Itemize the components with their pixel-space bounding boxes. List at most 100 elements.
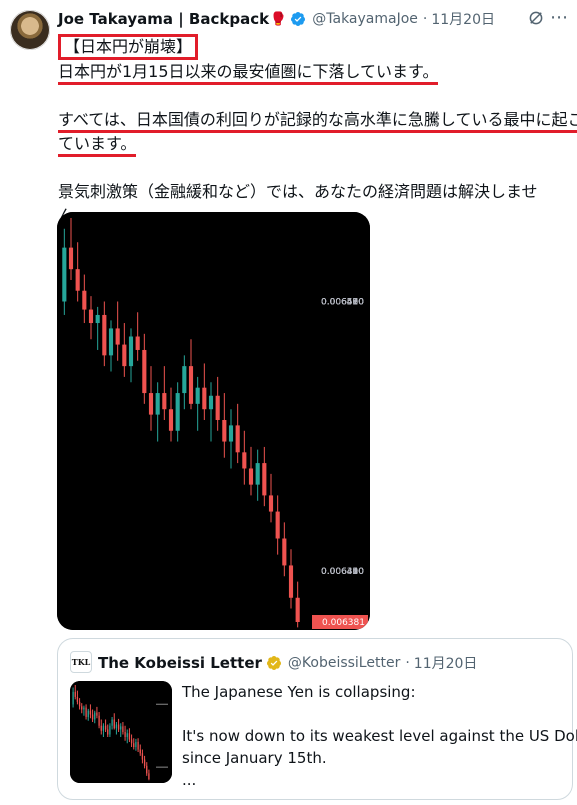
candle-body	[81, 706, 83, 710]
candle-body	[142, 349, 147, 394]
boxed-headline: 【日本円が崩壊】	[58, 34, 199, 60]
candle-body	[255, 463, 260, 485]
separator-dot: ·	[405, 655, 410, 671]
candle-body	[94, 712, 96, 720]
candle-body	[104, 725, 107, 730]
candle-body	[235, 425, 240, 453]
candle-body	[75, 269, 80, 291]
candle-body	[85, 707, 87, 717]
underlined-text-line-1: すべては、日本国債の利回りが記録的な高水準に急騰している最中に起こっ	[58, 110, 577, 133]
candle-body	[126, 733, 128, 738]
quoted-chart-thumbnail[interactable]	[70, 681, 172, 783]
candle-body	[107, 729, 109, 735]
candle-body	[87, 710, 89, 717]
candlestick-chart: 0.0065300.0065200.0065100.0065000.006490…	[57, 212, 370, 630]
candle-body	[100, 725, 102, 731]
candle-body	[95, 314, 100, 324]
quoted-header: The Kobeissi Letter @KobeissiLetter · 11…	[98, 653, 477, 673]
candle-body	[72, 691, 74, 705]
candle-body	[139, 749, 141, 754]
candle-body	[141, 753, 144, 760]
candle-body	[282, 538, 287, 566]
candle-body	[76, 696, 79, 702]
candle-body	[78, 701, 81, 707]
underlined-text-line-2: ています。	[58, 134, 137, 157]
quoted-avatar[interactable]: TKL	[70, 651, 92, 673]
tweet-paragraph-1: 【日本円が崩壊】日本円が1月15日以来の最安値圏に下落しています。	[58, 34, 565, 85]
candle-body	[202, 387, 207, 410]
candle-body	[162, 393, 167, 410]
candle-body	[122, 726, 124, 732]
candle-body	[242, 452, 247, 469]
candle-body	[195, 387, 200, 404]
candle-body	[148, 773, 150, 779]
candle-body	[98, 715, 100, 726]
candle-body	[168, 409, 174, 431]
separator-dot: ·	[422, 11, 428, 27]
candle-body	[130, 739, 133, 744]
candle-body	[268, 495, 274, 512]
tweet-time[interactable]: 11月20日	[431, 9, 495, 29]
candle-body	[222, 420, 227, 442]
quoted-line-1: The Japanese Yen is collapsing:	[182, 683, 416, 701]
tweet-header: Joe Takayama | Backpack 🥊 @TakayamaJoe ·…	[58, 8, 567, 30]
avatar[interactable]	[10, 10, 50, 50]
candle-body	[143, 759, 146, 766]
candle-body	[108, 328, 114, 356]
candle-body	[128, 733, 131, 740]
quoted-author-name[interactable]: The Kobeissi Letter	[98, 654, 262, 672]
candle-body	[146, 765, 148, 774]
y-tick-mark	[156, 766, 168, 768]
candle-body	[275, 511, 280, 539]
quoted-time[interactable]: 11月20日	[414, 653, 478, 673]
y-tick-label: 0.006460	[321, 297, 364, 307]
candle-body	[102, 725, 105, 731]
candle-body	[109, 725, 111, 735]
quoted-line-3: since January 15th.	[182, 749, 327, 767]
underlined-text: 日本円が1月15日以来の最安値圏に下落しています。	[58, 62, 439, 85]
quoted-line-2: It's now down to its weakest level again…	[182, 727, 577, 745]
candle-body	[215, 395, 220, 420]
candle-body	[137, 742, 139, 750]
candle-body	[117, 724, 120, 730]
candle-body	[120, 726, 122, 730]
tweet-paragraph-2: すべては、日本国債の利回りが記録的な高水準に急騰している最中に起こっ ています。	[58, 108, 577, 157]
candle-body	[115, 724, 118, 729]
candle-body	[115, 328, 120, 345]
candle-body	[208, 395, 214, 410]
candle-body	[62, 247, 67, 302]
candle-body	[82, 290, 87, 310]
quoted-text: The Japanese Yen is collapsing: It's now…	[182, 681, 577, 791]
candle-body	[124, 732, 126, 738]
candle-body	[228, 425, 234, 442]
candle-body	[288, 565, 294, 598]
candle-body	[88, 309, 94, 324]
y-tick-label: 0.006390	[321, 567, 364, 577]
candle-body	[89, 710, 92, 715]
candle-body	[135, 336, 140, 350]
grok-icon[interactable]	[527, 9, 545, 27]
y-tick-mark	[156, 703, 168, 705]
candle-body	[135, 742, 137, 748]
quoted-tweet[interactable]: TKL The Kobeissi Letter @KobeissiLetter …	[57, 638, 577, 800]
candle-body	[111, 719, 113, 726]
candle-body	[295, 597, 300, 622]
thumbnail-candlestick-chart	[70, 681, 172, 783]
candle-body	[188, 366, 194, 404]
quoted-line-4: ...	[182, 771, 197, 789]
candle-body	[122, 344, 127, 367]
quoted-handle[interactable]: @KobeissiLetter	[288, 655, 400, 671]
verified-badge-icon	[291, 12, 306, 26]
candle-body	[262, 463, 267, 496]
author-name[interactable]: Joe Takayama | Backpack	[58, 10, 269, 28]
last-price-label: 0.006381	[322, 618, 365, 628]
candle-body	[91, 714, 94, 720]
more-options-icon[interactable]: ⋯	[549, 8, 569, 28]
chart-image[interactable]: 0.006530 0.006520 0.006510 0.006500 0.006490…	[57, 212, 370, 630]
candle-body	[113, 719, 115, 729]
candle-body	[155, 393, 160, 415]
candle-body	[148, 393, 154, 415]
candle-body	[175, 393, 180, 431]
author-handle[interactable]: @TakayamaJoe	[312, 11, 418, 27]
candle-body	[248, 468, 254, 485]
